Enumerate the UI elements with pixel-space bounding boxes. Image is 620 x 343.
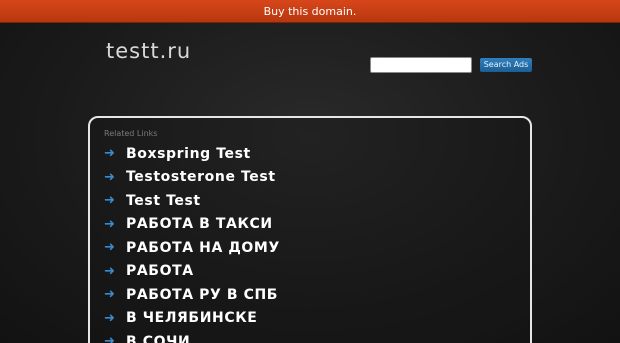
- related-link-item[interactable]: ➜ Testosterone Test: [104, 166, 280, 190]
- related-link-item[interactable]: ➜ В ЧЕЛЯБИНСКЕ: [104, 307, 280, 331]
- buy-domain-banner: Buy this domain.: [0, 0, 620, 23]
- arrow-right-icon: ➜: [104, 169, 115, 185]
- arrow-right-icon: ➜: [104, 310, 115, 326]
- related-link-text[interactable]: В ЧЕЛЯБИНСКЕ: [126, 310, 257, 326]
- related-link-text[interactable]: В СОЧИ: [126, 334, 190, 343]
- arrow-right-icon: ➜: [104, 193, 115, 209]
- related-link-item[interactable]: ➜ РАБОТА РУ В СПБ: [104, 283, 280, 307]
- related-link-item[interactable]: ➜ Boxspring Test: [104, 142, 280, 166]
- search-ads-button[interactable]: Search Ads: [480, 58, 532, 72]
- related-link-item[interactable]: ➜ РАБОТА В ТАКСИ: [104, 213, 280, 237]
- related-links-heading: Related Links: [104, 129, 158, 138]
- related-link-text[interactable]: Boxspring Test: [126, 146, 251, 162]
- arrow-right-icon: ➜: [104, 263, 115, 279]
- arrow-right-icon: ➜: [104, 146, 115, 162]
- arrow-right-icon: ➜: [104, 334, 115, 343]
- related-link-text[interactable]: РАБОТА РУ В СПБ: [126, 287, 278, 303]
- related-link-item[interactable]: ➜ В СОЧИ: [104, 330, 280, 343]
- arrow-right-icon: ➜: [104, 240, 115, 256]
- buy-domain-link[interactable]: Buy this domain.: [264, 5, 357, 18]
- related-link-text[interactable]: Test Test: [126, 193, 201, 209]
- related-link-item[interactable]: ➜ РАБОТА: [104, 260, 280, 284]
- related-link-text[interactable]: РАБОТА: [126, 263, 194, 279]
- related-link-text[interactable]: РАБОТА В ТАКСИ: [126, 216, 273, 232]
- site-title: testt.ru: [106, 39, 192, 63]
- arrow-right-icon: ➜: [104, 287, 115, 303]
- related-link-text[interactable]: Testosterone Test: [126, 169, 276, 185]
- related-links-list: ➜ Boxspring Test ➜ Testosterone Test ➜ T…: [104, 142, 280, 343]
- search-input[interactable]: [370, 57, 472, 73]
- related-link-text[interactable]: РАБОТА НА ДОМУ: [126, 240, 280, 256]
- arrow-right-icon: ➜: [104, 216, 115, 232]
- related-link-item[interactable]: ➜ РАБОТА НА ДОМУ: [104, 236, 280, 260]
- related-link-item[interactable]: ➜ Test Test: [104, 189, 280, 213]
